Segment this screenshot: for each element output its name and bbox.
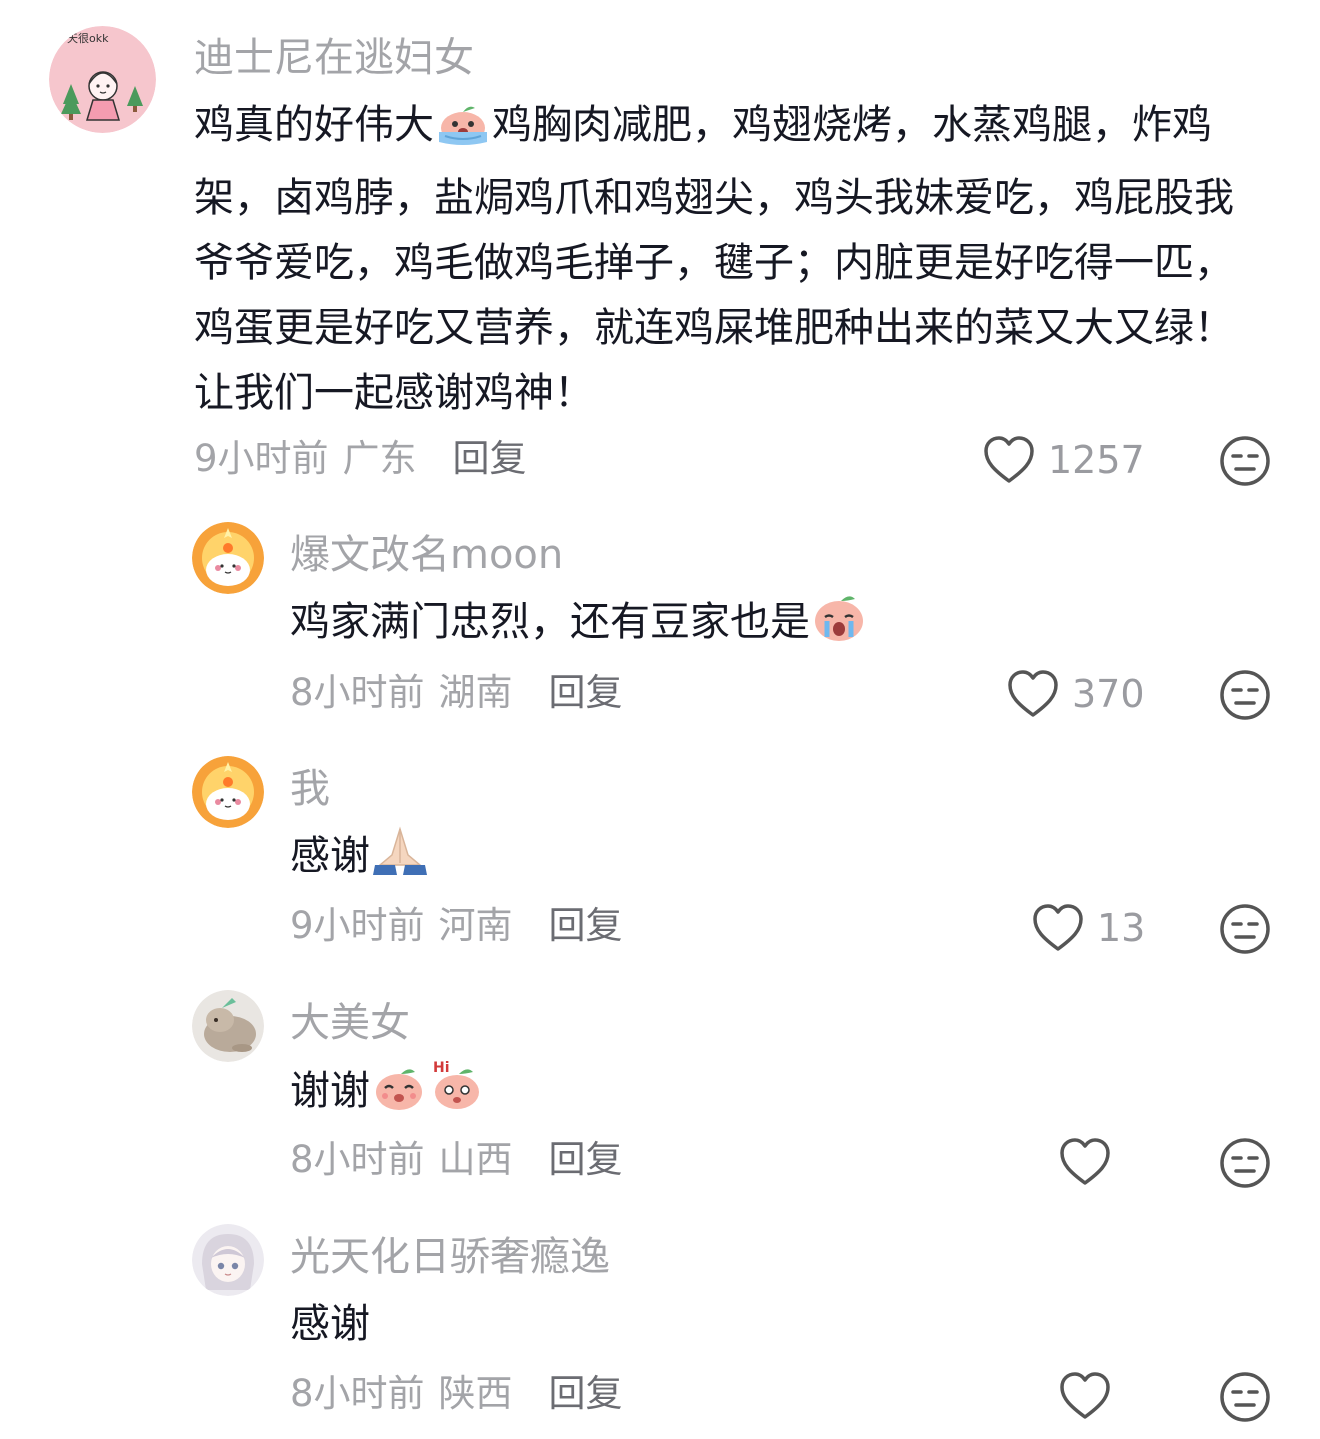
heart-outline-icon [984,436,1034,483]
neutral-face-icon [1220,670,1270,720]
like-count: 1257 [1048,438,1145,482]
happy-peach-sticker-icon [371,1062,427,1132]
like-button[interactable]: 1257 [982,432,1145,488]
comment-text-content: 鸡家满门忠烈，还有豆家也是 [290,599,810,645]
comment-author[interactable]: 我 [290,765,330,813]
comment-region: 山西 [438,1138,513,1181]
comment-time: 9小时前 [290,904,425,947]
dislike-button[interactable] [1218,668,1272,722]
comment-time: 8小时前 [290,671,425,714]
dislike-button[interactable] [1218,434,1272,488]
like-button[interactable] [1058,1134,1112,1190]
reply-button[interactable]: 回复 [549,904,623,947]
comment-author[interactable]: 迪士尼在逃妇女 [194,34,474,82]
avatar[interactable] [192,522,264,594]
neutral-face-icon [1220,1372,1270,1422]
reply-button[interactable]: 回复 [453,437,527,480]
reply-button[interactable]: 回复 [549,1372,623,1415]
comment-meta: 8小时前 湖南 回复 [290,670,623,716]
heart-outline-icon [1033,904,1083,951]
avatar-text: 天很okk [67,31,109,45]
hi-peach-sticker-icon: Hi [429,1058,485,1132]
like-count: 370 [1072,672,1145,716]
comment-text-content: 感谢 [290,833,370,879]
avatar[interactable] [192,756,264,828]
sticker-text: Hi [433,1060,450,1076]
comment-author[interactable]: 大美女 [290,999,410,1047]
reply-button[interactable]: 回复 [549,1138,623,1181]
crying-peach-sticker-icon [435,98,491,166]
comment-text: 鸡真的好伟大 鸡胸肉减肥，鸡翅烧烤，水蒸鸡腿，炸鸡架，卤鸡脖，盐焗鸡爪和鸡翅尖，… [194,93,1264,426]
comment-text-part: 鸡真的好伟大 [194,102,434,148]
sobbing-peach-sticker-icon [811,591,867,663]
comment-text-part: 鸡胸肉减肥，鸡翅烧烤，水蒸鸡腿，炸鸡架，卤鸡脖，盐焗鸡爪和鸡翅尖，鸡头我妹爱吃，… [194,102,1234,416]
comment-region: 河南 [438,904,513,947]
comment-meta: 8小时前 陕西 回复 [290,1371,623,1417]
reply-button[interactable]: 回复 [549,671,623,714]
comment-region: 广东 [342,437,417,480]
neutral-face-icon [1220,1138,1270,1188]
comment-text: 鸡家满门忠烈，还有豆家也是 [290,590,1270,663]
like-count: 13 [1097,906,1146,950]
comment-meta: 9小时前 广东 回复 [194,436,527,482]
comment-meta: 9小时前 河南 回复 [290,903,623,949]
comment-time: 8小时前 [290,1138,425,1181]
dislike-button[interactable] [1218,1136,1272,1190]
neutral-face-icon [1220,904,1270,954]
folded-hands-icon [371,825,429,897]
comment-author[interactable]: 光天化日骄奢瘾逸 [290,1233,610,1281]
heart-outline-icon [1060,1372,1110,1419]
comment-text: 感谢 [290,824,1270,897]
comment-region: 湖南 [438,671,513,714]
like-button[interactable] [1058,1368,1112,1424]
like-button[interactable]: 13 [1031,900,1145,956]
avatar[interactable]: 天很okk [49,26,156,133]
comment-meta: 8小时前 山西 回复 [290,1137,623,1183]
avatar[interactable] [192,990,264,1062]
like-button[interactable]: 370 [1006,666,1145,722]
neutral-face-icon [1220,436,1270,486]
avatar[interactable] [192,1224,264,1296]
heart-outline-icon [1060,1138,1110,1185]
comment-time: 9小时前 [194,437,329,480]
comment-author[interactable]: 爆文改名moon [290,531,563,579]
comment-time: 8小时前 [290,1372,425,1415]
dislike-button[interactable] [1218,1370,1272,1424]
comment-region: 陕西 [438,1372,513,1415]
dislike-button[interactable] [1218,902,1272,956]
comment-text: 谢谢 Hi [290,1058,1270,1132]
comment-text-content: 谢谢 [290,1068,370,1114]
comment-text: 感谢 [290,1292,1270,1357]
heart-outline-icon [1008,670,1058,717]
comment-text-content: 感谢 [290,1301,370,1347]
